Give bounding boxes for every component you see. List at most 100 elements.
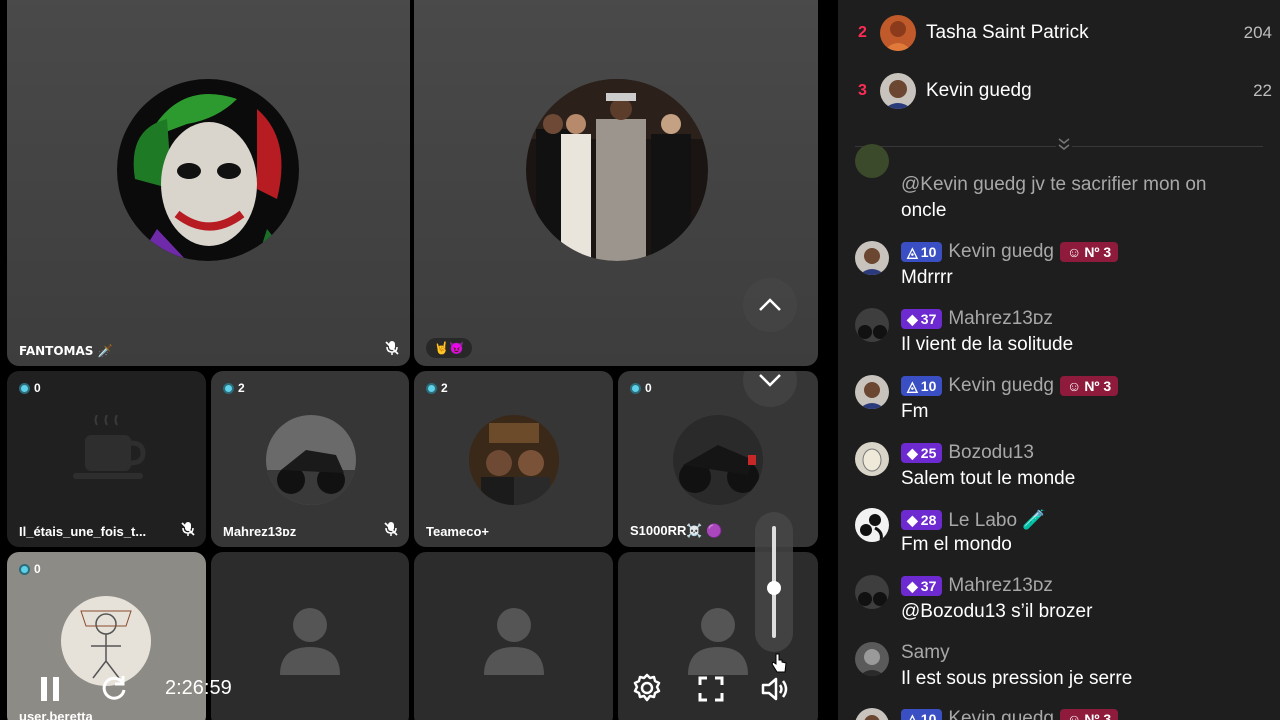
diamond-icon: ◆ bbox=[907, 577, 918, 594]
avatar bbox=[880, 73, 916, 109]
chat-message-text: @Kevin guedg jv te sacrifier mon on bbox=[901, 174, 1207, 195]
settings-button[interactable] bbox=[630, 671, 664, 705]
refresh-button[interactable] bbox=[98, 672, 130, 704]
fullscreen-icon bbox=[698, 676, 724, 702]
empty-slot-1[interactable] bbox=[211, 552, 409, 720]
volume-slider[interactable] bbox=[755, 512, 793, 652]
chat-message-text: Mdrrrr bbox=[901, 267, 953, 288]
fullscreen-button[interactable] bbox=[695, 673, 727, 705]
chat-username[interactable]: Samy bbox=[901, 642, 950, 664]
chat-message-header: ◬ 10 Kevin guedg ☺ Nº 3 bbox=[901, 241, 1119, 263]
level-badge: ◆ 25 bbox=[901, 443, 943, 463]
ranking-row[interactable]: 3 Kevin guedg 22 bbox=[838, 66, 1280, 116]
chat-message: ◆ 25 Bozodu13 Salem tout le monde bbox=[855, 442, 1275, 498]
chat-message-text: Fm bbox=[901, 401, 929, 422]
avatar bbox=[880, 15, 916, 51]
host-avatar-group-photo bbox=[526, 79, 708, 261]
rank-user-name: Tasha Saint Patrick bbox=[926, 22, 1089, 43]
rank-score: 204 bbox=[1243, 23, 1272, 42]
speaker-icon bbox=[761, 677, 788, 701]
level-badge: ◬ 10 bbox=[901, 376, 943, 396]
diamond-icon: ◬ bbox=[907, 710, 918, 720]
rank-badge: ☺ Nº 3 bbox=[1060, 376, 1119, 396]
avatar bbox=[855, 241, 889, 275]
guest-name-label: Il_étais_une_fois_t... bbox=[19, 524, 147, 539]
diamond-icon: ◆ bbox=[907, 310, 918, 327]
chat-message: ◆ 37 Mahrez13ᴅᴢ @Bozodu13 s’il brozer bbox=[855, 575, 1275, 631]
chat-message-header: ◆ 37 Mahrez13ᴅᴢ bbox=[901, 575, 1053, 597]
host-tile-1[interactable]: FANTOMAS 🗡️ bbox=[7, 0, 410, 366]
chat-username[interactable]: Le Labo 🧪 bbox=[948, 508, 1046, 532]
person-placeholder-icon bbox=[688, 608, 748, 675]
medal-icon: ☺ bbox=[1067, 378, 1082, 394]
host-badge: 🤘😈 bbox=[426, 338, 472, 358]
chat-message: ◆ 28 Le Labo 🧪 Fm el mondo bbox=[855, 508, 1275, 564]
gift-count: 0 bbox=[19, 562, 41, 576]
host-avatar-joker bbox=[117, 79, 299, 261]
diamond-icon: ◬ bbox=[907, 377, 918, 394]
guest-avatar-bike bbox=[673, 415, 763, 505]
chat-username[interactable]: Kevin guedg bbox=[948, 241, 1054, 263]
rank-badge: ☺ Nº 3 bbox=[1060, 242, 1119, 262]
level-badge: ◬ 10 bbox=[901, 709, 943, 720]
gift-icon bbox=[223, 382, 234, 394]
avatar bbox=[855, 442, 889, 476]
person-placeholder-icon bbox=[483, 608, 544, 675]
chat-message: ◆ 37 Mahrez13ᴅᴢ Il vient de la solitude bbox=[855, 308, 1275, 364]
chat-message: ◬ 10 Kevin guedg ☺ Nº 3 Mdrrrr bbox=[855, 241, 1275, 297]
level-badge: ◆ 28 bbox=[901, 510, 943, 530]
volume-knob[interactable] bbox=[767, 580, 781, 595]
gift-count: 0 bbox=[630, 381, 652, 395]
rank-number: 2 bbox=[858, 24, 867, 41]
gift-count: 0 bbox=[19, 381, 41, 395]
refresh-icon bbox=[102, 676, 126, 700]
host-tile-2[interactable]: 🤘😈 bbox=[414, 0, 818, 366]
guest-name-label: Mahrez13ᴅᴢ bbox=[223, 524, 297, 539]
chat-message: Samy Il est sous pression je serre bbox=[855, 642, 1275, 698]
cursor-hand-icon bbox=[771, 653, 787, 673]
live-stage: FANTOMAS 🗡️ 🤘😈 0 Il_étais_une_fois_t... … bbox=[0, 0, 838, 720]
chat-panel: 2 Tasha Saint Patrick 204 3 Kevin guedg … bbox=[838, 0, 1280, 720]
guest-tile-2[interactable]: 2 Mahrez13ᴅᴢ bbox=[211, 371, 409, 547]
scroll-up-button[interactable] bbox=[743, 278, 797, 332]
empty-slot-2[interactable] bbox=[414, 552, 613, 720]
mic-off-icon bbox=[181, 522, 195, 536]
guest-avatar-two-men bbox=[469, 415, 559, 505]
chat-username[interactable]: Mahrez13ᴅᴢ bbox=[948, 308, 1052, 330]
chat-message-header: ◆ 37 Mahrez13ᴅᴢ bbox=[901, 308, 1053, 330]
pause-button[interactable] bbox=[35, 674, 65, 704]
guest-name-label: Teameco+ bbox=[426, 524, 489, 539]
diamond-icon: ◆ bbox=[907, 511, 918, 528]
chat-message-header: Samy bbox=[901, 642, 950, 664]
chevron-down-icon bbox=[759, 374, 781, 387]
coffee-placeholder-icon bbox=[72, 415, 146, 480]
guest-name-label: user.beretta bbox=[19, 709, 93, 720]
rank-user-name: Kevin guedg bbox=[926, 80, 1032, 101]
ranking-row[interactable]: 2 Tasha Saint Patrick 204 bbox=[838, 8, 1280, 58]
medal-icon: ☺ bbox=[1067, 244, 1082, 260]
avatar bbox=[855, 642, 889, 676]
chat-message-text: @Bozodu13 s’il brozer bbox=[901, 601, 1093, 622]
chat-message: ◬ 10 Kevin guedg ☺ Nº 3 Fm bbox=[855, 375, 1275, 431]
volume-button[interactable] bbox=[758, 673, 792, 705]
chat-message-text: Il est sous pression je serre bbox=[901, 668, 1133, 689]
chat-username[interactable]: Bozodu13 bbox=[948, 442, 1034, 464]
chat-message-header: ◆ 25 Bozodu13 bbox=[901, 442, 1034, 464]
double-chevron-down-icon[interactable] bbox=[1056, 136, 1072, 152]
chat-message-text: Fm el mondo bbox=[901, 534, 1012, 555]
rank-number: 3 bbox=[858, 82, 867, 99]
diamond-icon: ◬ bbox=[907, 243, 918, 260]
guest-tile-1[interactable]: 0 Il_étais_une_fois_t... bbox=[7, 371, 206, 547]
chat-username[interactable]: Mahrez13ᴅᴢ bbox=[948, 575, 1052, 597]
chat-message-text: Il vient de la solitude bbox=[901, 334, 1074, 355]
chat-message-text: Salem tout le monde bbox=[901, 468, 1076, 489]
gift-icon bbox=[630, 382, 641, 394]
guest-tile-3[interactable]: 2 Teameco+ bbox=[414, 371, 613, 547]
level-badge: ◆ 37 bbox=[901, 309, 943, 329]
scroll-down-button[interactable] bbox=[743, 371, 797, 407]
chat-username[interactable]: Kevin guedg bbox=[948, 708, 1054, 720]
chat-message: @Kevin guedg jv te sacrifier mon on oncl… bbox=[855, 144, 1275, 224]
gift-icon bbox=[19, 563, 30, 575]
chat-username[interactable]: Kevin guedg bbox=[948, 375, 1054, 397]
rank-score: 22 bbox=[1253, 81, 1272, 100]
